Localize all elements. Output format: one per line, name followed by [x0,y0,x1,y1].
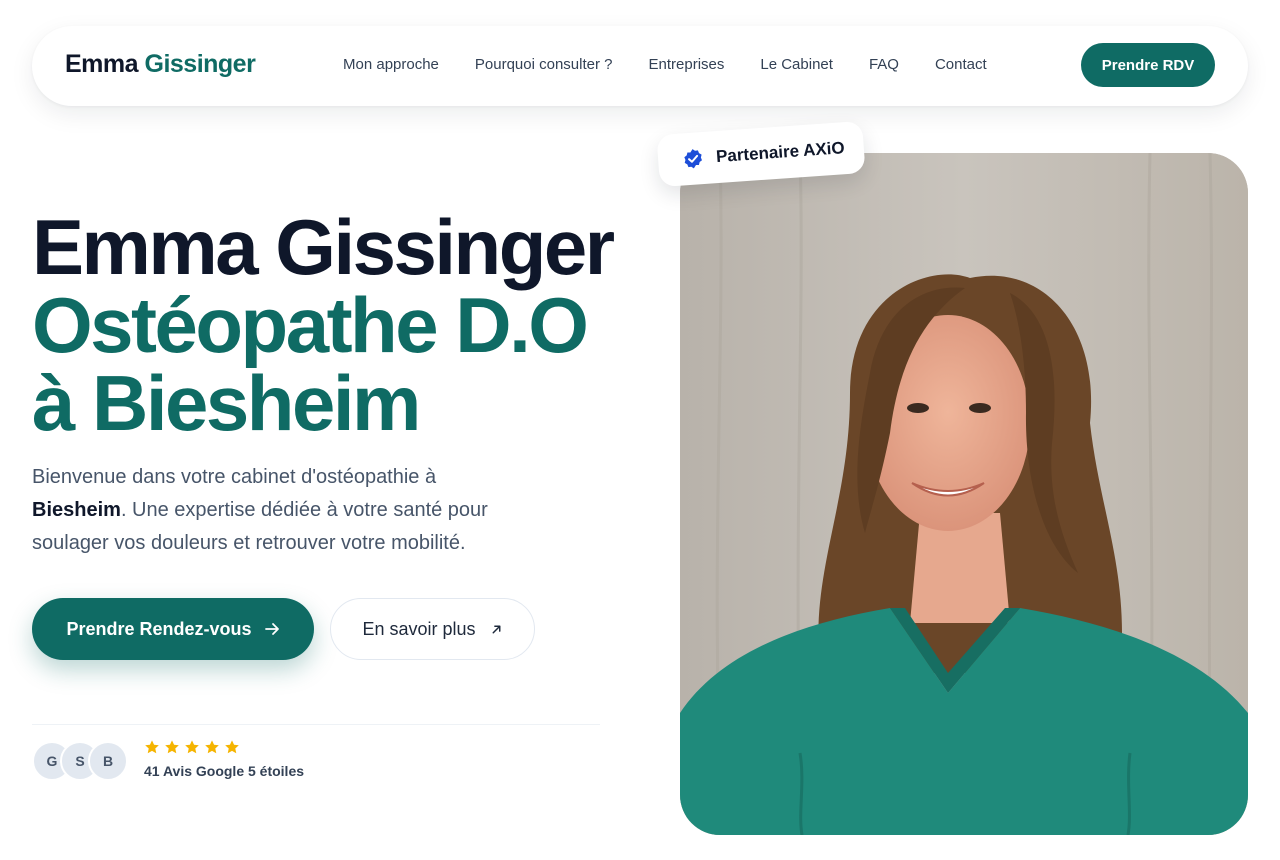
portrait-illustration [680,153,1248,835]
en-savoir-plus-button[interactable]: En savoir plus [330,598,535,660]
rating-stars [144,739,240,755]
nav-link-mon-approche[interactable]: Mon approche [343,56,439,73]
brand-first-name: Emma [65,50,139,78]
hero-title-profession: Ostéopathe D.O [32,281,589,369]
hero-title-location: à Biesheim [32,359,421,447]
brand-last-name: Gissinger [144,50,256,78]
verified-check-icon [684,149,702,169]
hero-title-name: Emma Gissinger [32,203,615,291]
nav-link-pourquoi-consulter[interactable]: Pourquoi consulter ? [475,56,613,73]
hero-desc-location: Biesheim [32,499,121,521]
reviewer-avatars: G S B [32,741,128,781]
nav-link-le-cabinet[interactable]: Le Cabinet [760,56,833,73]
star-icon [205,740,219,754]
star-icon [165,740,179,754]
hero-description: Bienvenue dans votre cabinet d'ostéopath… [32,461,532,560]
prendre-rdv-button[interactable]: Prendre RDV [1081,43,1215,87]
divider [32,724,600,725]
star-icon [225,740,239,754]
navbar: Emma Gissinger Mon approche Pourquoi con… [32,26,1248,106]
nav-links: Mon approche Pourquoi consulter ? Entrep… [343,56,987,73]
arrow-right-icon [264,623,279,635]
brand-logo[interactable]: Emma Gissinger [65,50,256,79]
star-icon [145,740,159,754]
en-savoir-plus-label: En savoir plus [362,618,476,639]
prendre-rendez-vous-button[interactable]: Prendre Rendez-vous [32,598,314,660]
reviews-count-text: 41 Avis Google 5 étoiles [144,763,305,779]
prendre-rendez-vous-label: Prendre Rendez-vous [66,618,252,639]
avatar: B [88,741,128,781]
page: Emma Gissinger Mon approche Pourquoi con… [0,0,1280,860]
nav-link-contact[interactable]: Contact [935,56,987,73]
nav-link-faq[interactable]: FAQ [869,56,899,73]
portrait-photo [680,153,1248,835]
arrow-up-right-icon [492,625,501,633]
hero-title: Emma Gissinger Ostéopathe D.O à Biesheim [32,203,615,447]
partner-badge-text: Partenaire AXiO [715,138,846,167]
nav-link-entreprises[interactable]: Entreprises [649,56,725,73]
hero-desc-part1: Bienvenue dans votre cabinet d'ostéopath… [32,466,437,488]
star-icon [185,740,199,754]
